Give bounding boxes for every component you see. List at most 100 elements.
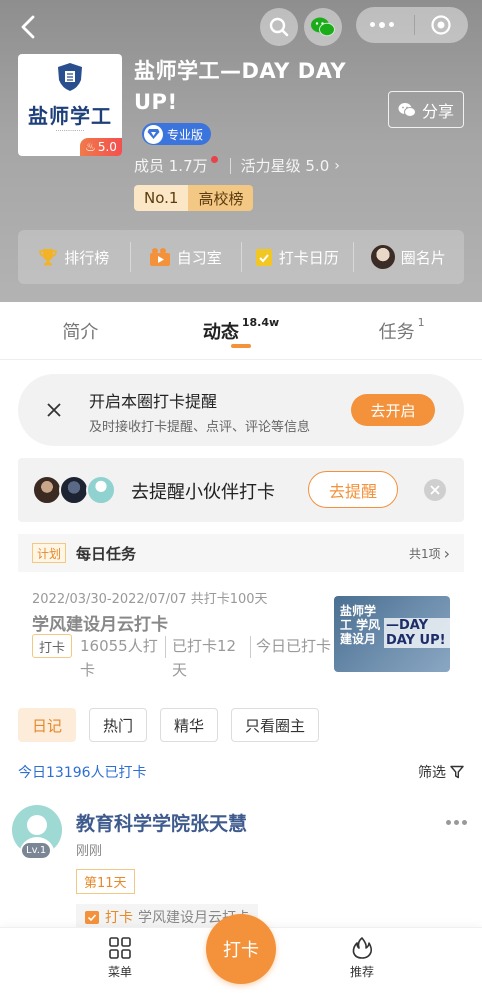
reminder-desc: 及时接收打卡提醒、点评、评论等信息 bbox=[89, 420, 311, 435]
close-icon[interactable] bbox=[44, 400, 64, 420]
circle-header: 盐师学工 ··············· ♨ 5.0 盐师学工—DAY DAY U… bbox=[0, 0, 482, 302]
thumbnail-slogan: —DAY DAY UP! bbox=[384, 618, 450, 648]
quick-link-label: 打卡日历 bbox=[278, 248, 339, 267]
stats-divider bbox=[229, 157, 231, 174]
more-button[interactable] bbox=[356, 22, 408, 28]
today-checkin-count: 今日13196人已打卡 bbox=[18, 765, 147, 781]
tab-intro[interactable]: 简介 bbox=[0, 302, 161, 359]
post-time: 刚刚 bbox=[76, 844, 103, 859]
task-count: 共1项 › bbox=[409, 544, 450, 563]
members-count[interactable]: 成员 1.7万 bbox=[134, 155, 208, 176]
filter-diary[interactable]: 日记 bbox=[18, 708, 77, 742]
meta-divider bbox=[250, 636, 251, 658]
nav-label: 推荐 bbox=[349, 965, 374, 979]
rank-list-label: 高校榜 bbox=[188, 185, 254, 211]
chevron-right-icon: › bbox=[443, 543, 450, 563]
target-close-icon bbox=[431, 15, 451, 35]
close-mini-program-button[interactable] bbox=[421, 14, 461, 36]
task-date-range: 2022/03/30-2022/07/07 bbox=[32, 592, 187, 607]
tab-label: 简介 bbox=[62, 321, 99, 343]
remind-partners-button[interactable]: 去提醒 bbox=[308, 471, 398, 508]
tab-label: 动态 bbox=[202, 321, 239, 343]
filter-featured[interactable]: 精华 bbox=[160, 708, 219, 742]
thumbnail-text: 盐师学工 学风 建设月 bbox=[340, 604, 381, 646]
nav-menu[interactable]: 菜单 bbox=[90, 936, 150, 980]
filter-button[interactable]: 筛选 bbox=[418, 762, 464, 782]
daily-task-header[interactable]: 计划 每日任务 共1项 › bbox=[18, 534, 464, 572]
avatar-card-icon bbox=[370, 245, 395, 269]
tab-active-indicator bbox=[231, 344, 251, 348]
quick-link-circle-card[interactable]: 圈名片 bbox=[352, 230, 465, 284]
quick-link-label: 排行榜 bbox=[64, 248, 110, 267]
task-name: 学风建设月云打卡 bbox=[32, 615, 168, 635]
filter-owner-only[interactable]: 只看圈主 bbox=[231, 708, 320, 742]
task-days-done: 已打卡12天 bbox=[172, 637, 237, 679]
quick-link-study-room[interactable]: 自习室 bbox=[129, 230, 242, 284]
wechat-share-icon bbox=[398, 102, 416, 117]
flame-icon bbox=[352, 937, 373, 959]
checkin-button[interactable]: 打卡 bbox=[206, 914, 276, 984]
task-thumbnail: 盐师学工 学风 建设月 —DAY DAY UP! bbox=[334, 596, 450, 672]
tab-count: 1 bbox=[417, 316, 425, 329]
university-shield-icon bbox=[58, 63, 82, 91]
wechat-icon bbox=[311, 17, 335, 37]
task-today-status: 今日已打卡 bbox=[256, 637, 332, 655]
remind-partners-text: 去提醒小伙伴打卡 bbox=[131, 482, 275, 503]
tab-label: 任务 bbox=[378, 321, 415, 343]
calendar-icon bbox=[255, 249, 272, 266]
flame-icon: ♨ bbox=[85, 140, 96, 154]
circle-stats: 成员 1.7万 活力星级 5.0 › bbox=[134, 155, 340, 176]
filter-hot[interactable]: 热门 bbox=[89, 708, 148, 742]
circle-title: 盐师学工—DAY DAY UP! bbox=[134, 59, 347, 114]
filter-label: 筛选 bbox=[418, 765, 446, 781]
daily-task-title: 每日任务 bbox=[76, 544, 137, 563]
vitality-rating[interactable]: 活力星级 5.0 bbox=[241, 155, 330, 176]
rank-badge[interactable]: No.1 高校榜 bbox=[134, 185, 254, 211]
quick-links-bar: 排行榜 自习室 打卡日历 圈名片 bbox=[18, 230, 464, 284]
wechat-button[interactable] bbox=[304, 8, 342, 46]
enable-reminder-button[interactable]: 去开启 bbox=[351, 394, 435, 426]
trophy-icon bbox=[39, 249, 58, 266]
quick-link-label: 自习室 bbox=[176, 248, 222, 267]
avatar bbox=[86, 475, 116, 505]
rating-badge: ♨ 5.0 bbox=[80, 138, 122, 156]
task-participants: 16055人打卡 bbox=[80, 637, 158, 679]
mini-program-capsule bbox=[356, 7, 468, 43]
quick-link-leaderboard[interactable]: 排行榜 bbox=[18, 230, 130, 284]
streak-day-badge: 第11天 bbox=[76, 869, 135, 894]
share-button[interactable]: 分享 bbox=[388, 91, 464, 128]
back-icon[interactable] bbox=[14, 12, 44, 42]
plan-tag: 计划 bbox=[32, 543, 67, 563]
dismiss-button[interactable] bbox=[424, 479, 446, 501]
search-button[interactable] bbox=[260, 8, 298, 46]
share-label: 分享 bbox=[421, 101, 454, 121]
post-author[interactable]: 教育科学学院张天慧 bbox=[76, 809, 247, 836]
remind-partners-bar: 去提醒小伙伴打卡 去提醒 bbox=[18, 458, 464, 522]
tab-tasks[interactable]: 任务 1 bbox=[321, 302, 482, 359]
rating-value: 5.0 bbox=[97, 140, 117, 154]
level-badge: Lv.1 bbox=[22, 843, 51, 858]
circle-logo: 盐师学工 ··············· ♨ 5.0 bbox=[18, 54, 122, 156]
menu-grid-icon bbox=[109, 937, 131, 959]
task-count-label: 共1项 bbox=[408, 546, 441, 561]
nav-label: 菜单 bbox=[107, 965, 132, 979]
tab-feed[interactable]: 动态 18.4w bbox=[161, 302, 322, 359]
logo-text: 盐师学工 bbox=[28, 104, 112, 128]
task-dates: 2022/03/30-2022/07/07 共打卡100天 bbox=[32, 588, 268, 607]
nav-recommend[interactable]: 推荐 bbox=[332, 936, 392, 980]
reminder-title: 开启本圈打卡提醒 bbox=[89, 392, 218, 411]
checkin-chip: 打卡 bbox=[32, 634, 72, 658]
more-icon bbox=[370, 22, 394, 28]
close-icon bbox=[430, 485, 440, 495]
quick-link-calendar[interactable]: 打卡日历 bbox=[241, 230, 353, 284]
meta-divider bbox=[165, 636, 166, 658]
avatar bbox=[59, 475, 89, 505]
content-tabs: 简介 动态 18.4w 任务 1 bbox=[0, 302, 482, 360]
tab-count: 18.4w bbox=[241, 316, 280, 329]
search-icon bbox=[269, 17, 289, 37]
diamond-icon bbox=[144, 124, 163, 144]
checkin-reminder-banner: 开启本圈打卡提醒 及时接收打卡提醒、点评、评论等信息 去开启 bbox=[18, 374, 464, 446]
pro-badge[interactable]: 专业版 bbox=[142, 123, 212, 145]
post-more-icon[interactable] bbox=[446, 820, 467, 825]
notification-dot bbox=[210, 156, 218, 163]
